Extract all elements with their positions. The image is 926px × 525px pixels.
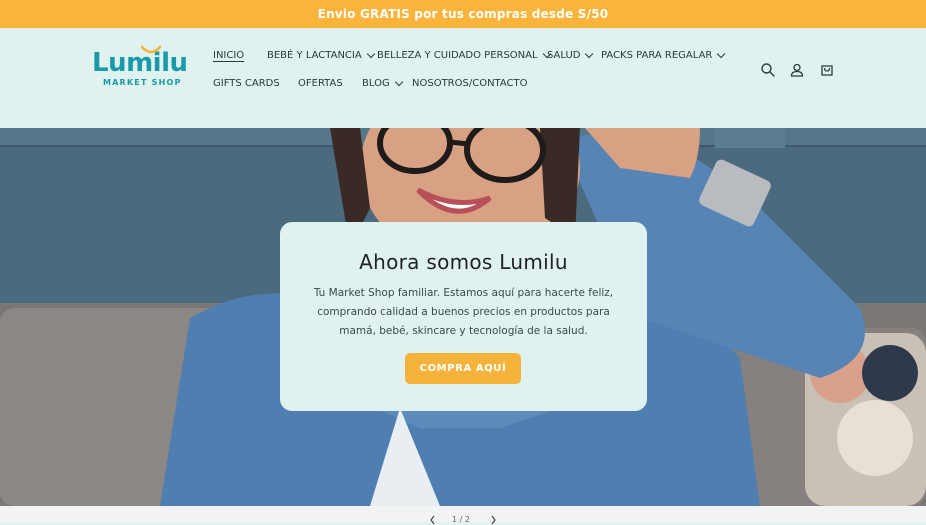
- nav-inicio-label: INICIO: [213, 50, 245, 61]
- nav-inicio[interactable]: INICIO: [213, 50, 244, 61]
- nav-ofertas-label: OFERTAS: [298, 78, 343, 89]
- hero-description: Tu Market Shop familiar. Estamos aquí pa…: [313, 287, 614, 337]
- slider-controls: 1 / 2: [0, 506, 926, 525]
- search-icon[interactable]: [760, 62, 776, 78]
- logo[interactable]: Lumilu MARKET SHOP: [92, 45, 188, 90]
- logo-subtitle: MARKET SHOP: [103, 78, 182, 87]
- nav-bebe-lactancia[interactable]: BEBÉ Y LACTANCIA: [267, 49, 375, 61]
- chevron-left-icon[interactable]: [428, 515, 438, 525]
- chevron-right-icon[interactable]: [488, 515, 498, 525]
- nav-nosotros-label: NOSOTROS/CONTACTO: [412, 78, 528, 89]
- nav-gift-cards[interactable]: GIFTS CARDS: [213, 78, 280, 89]
- chevron-down-icon: [366, 49, 375, 59]
- nav-salud-label: SALUD: [547, 50, 581, 61]
- site-header: Lumilu MARKET SHOP INICIO BEBÉ Y LACTANC…: [0, 28, 926, 128]
- nav-ofertas[interactable]: OFERTAS: [298, 78, 343, 89]
- cart-icon[interactable]: [819, 62, 835, 78]
- nav-salud[interactable]: SALUD: [547, 49, 594, 61]
- account-icon[interactable]: [789, 62, 805, 78]
- nav-packs-label: PACKS PARA REGALAR: [601, 50, 713, 61]
- chevron-down-icon: [394, 77, 403, 87]
- shop-now-button[interactable]: COMPRA AQUÍ: [405, 353, 521, 384]
- nav-packs[interactable]: PACKS PARA REGALAR: [601, 49, 726, 61]
- chevron-down-icon: [585, 49, 594, 59]
- slide-counter: 1 / 2: [452, 515, 470, 524]
- nav-belleza-label: BELLEZA Y CUIDADO PERSONAL: [377, 50, 538, 61]
- nav-blog-label: BLOG: [362, 78, 390, 89]
- nav-bebe-lactancia-label: BEBÉ Y LACTANCIA: [267, 50, 362, 61]
- nav-gift-cards-label: GIFTS CARDS: [213, 78, 280, 89]
- logo-smile-icon: [140, 45, 162, 54]
- hero-title: Ahora somos Lumilu: [359, 250, 568, 274]
- nav-nosotros-contacto[interactable]: NOSOTROS/CONTACTO: [412, 78, 528, 89]
- announcement-text: Envio GRATIS por tus compras desde S/50: [317, 7, 609, 21]
- announcement-bar: Envio GRATIS por tus compras desde S/50: [0, 0, 926, 28]
- nav-blog[interactable]: BLOG: [362, 77, 403, 89]
- nav-belleza[interactable]: BELLEZA Y CUIDADO PERSONAL: [377, 49, 551, 61]
- hero-content-box: Ahora somos Lumilu Tu Market Shop famili…: [280, 222, 647, 411]
- chevron-down-icon: [717, 49, 726, 59]
